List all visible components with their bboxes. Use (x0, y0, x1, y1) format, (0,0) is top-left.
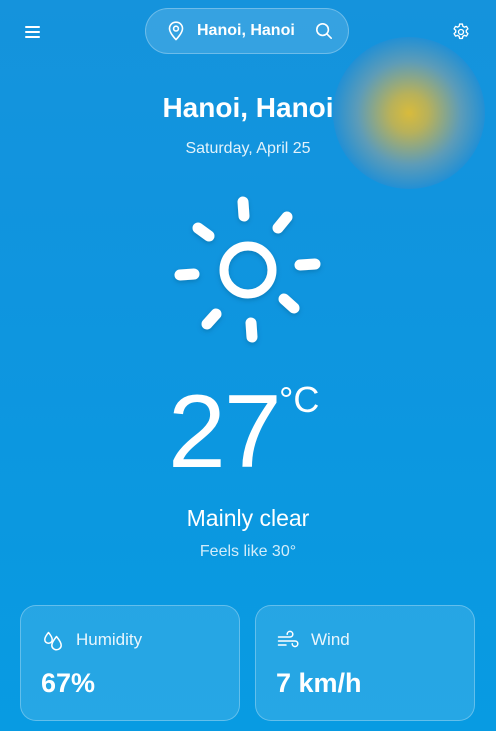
condition-label: Mainly clear (186, 505, 310, 531)
location-label[interactable]: Hanoi, Hanoi (197, 22, 314, 40)
menu-button[interactable] (19, 18, 47, 46)
humidity-value: 67% (41, 668, 96, 698)
feels-like-label: Feels like 30° (199, 543, 297, 560)
humidity-card: Humidity 67% (20, 605, 240, 721)
droplets-icon (41, 628, 65, 652)
sun-icon (170, 192, 326, 348)
wind-label: Wind (311, 630, 350, 649)
temperature-display: 27 °C (0, 372, 496, 492)
humidity-label: Humidity (76, 630, 143, 649)
settings-button[interactable] (447, 18, 475, 46)
menu-icon (25, 26, 40, 38)
top-bar: Hanoi, Hanoi (0, 0, 496, 64)
wind-icon (276, 628, 300, 652)
temperature-value: 27 (168, 374, 282, 490)
search-icon[interactable] (314, 21, 334, 41)
city-heading: Hanoi, Hanoi (162, 92, 334, 123)
wind-value: 7 km/h (276, 668, 362, 698)
map-pin-icon (166, 21, 186, 41)
wind-card: Wind 7 km/h (255, 605, 475, 721)
gear-icon (453, 23, 469, 40)
location-search-bar[interactable]: Hanoi, Hanoi (145, 8, 349, 54)
temperature-unit: °C (279, 379, 320, 420)
date-label: Saturday, April 25 (185, 140, 311, 157)
